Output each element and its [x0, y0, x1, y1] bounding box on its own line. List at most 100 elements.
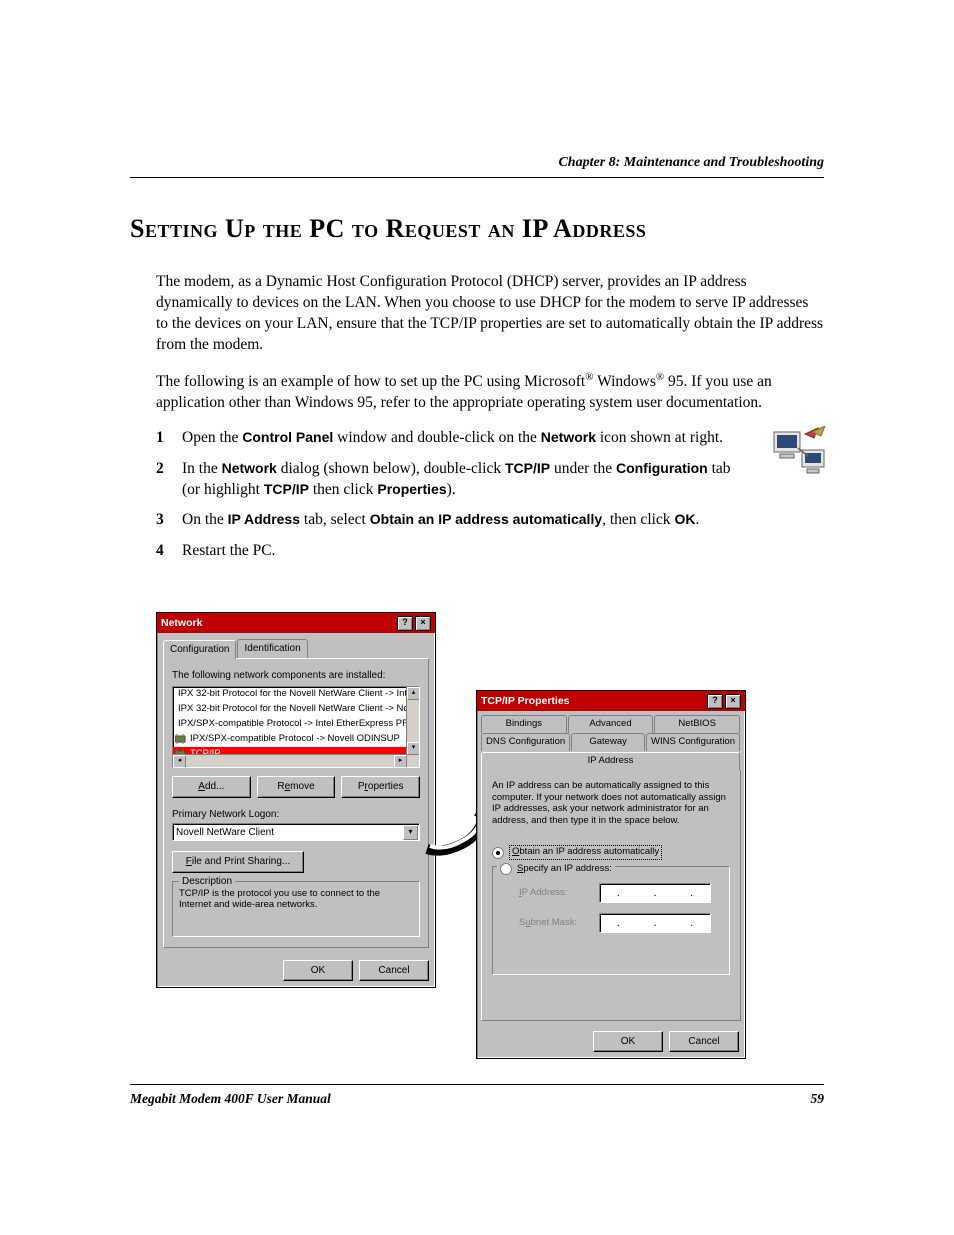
add-button[interactable]: AAdd...dd... — [172, 776, 251, 798]
step-body: On the IP Address tab, select Obtain an … — [182, 510, 824, 531]
description-fieldset: Description TCP/IP is the protocol you u… — [172, 881, 420, 937]
paragraph-2: The following is an example of how to se… — [156, 370, 824, 414]
list-item[interactable]: IPX 32-bit Protocol for the Novell NetWa… — [173, 702, 419, 717]
tab-bindings[interactable]: Bindings — [481, 715, 567, 733]
title-bar[interactable]: Network ? × — [157, 613, 435, 633]
list-item-label: IPX 32-bit Protocol for the Novell NetWa… — [178, 688, 419, 701]
text: , then click — [602, 511, 674, 528]
cancel-button[interactable]: Cancel — [359, 960, 429, 982]
scroll-left-icon[interactable]: ◂ — [173, 755, 186, 768]
text: Windows — [593, 373, 655, 390]
dialog-title: Network — [161, 616, 202, 630]
text: then click — [309, 481, 377, 498]
help-icon[interactable]: ? — [397, 616, 413, 631]
bold-text: Control Panel — [242, 429, 333, 445]
list-item[interactable]: IPX/SPX-compatible Protocol -> Intel Eth… — [173, 717, 419, 732]
remove-button[interactable]: Remove — [257, 776, 336, 798]
tabs-row: Configuration Identification — [157, 633, 435, 658]
scrollbar-vertical[interactable]: ▴ ▾ — [406, 687, 419, 755]
fieldset-legend: Description — [179, 875, 235, 889]
text: dialog (shown below), double-click — [277, 460, 505, 477]
logon-dropdown[interactable]: Novell NetWare Client — [172, 823, 420, 841]
close-icon[interactable]: × — [725, 694, 741, 709]
registered-mark: ® — [656, 371, 664, 383]
specify-fieldset: Specify an IP address: IP Address: ... S… — [492, 866, 730, 975]
description-text: An IP address can be automatically assig… — [492, 780, 730, 828]
tab-panel: An IP address can be automatically assig… — [481, 769, 741, 1021]
tab-dns-configuration[interactable]: DNS Configuration — [481, 733, 570, 751]
list-item[interactable]: IPX/SPX-compatible Protocol -> Novell OD… — [173, 732, 419, 747]
text: window and double-click on the — [333, 429, 540, 446]
bold-text: TCP/IP — [505, 460, 550, 476]
list-item-label: IPX/SPX-compatible Protocol -> Intel Eth… — [178, 718, 419, 731]
file-print-sharing-button[interactable]: File and Print Sharing... — [172, 851, 304, 873]
tabs-row-1: Bindings Advanced NetBIOS — [477, 711, 745, 733]
text: On the — [182, 511, 228, 528]
radio-specify[interactable]: Specify an IP address: — [497, 863, 615, 876]
radio-label: Specify an IP address: — [517, 863, 612, 876]
ip-address-row: IP Address: ... — [519, 883, 723, 903]
tabs-row-2: DNS Configuration Gateway WINS Configura… — [477, 733, 745, 769]
radio-obtain-auto[interactable]: Obtain an IP address automatically — [492, 845, 730, 860]
step-number: 3 — [156, 510, 182, 531]
list-item-label: IPX/SPX-compatible Protocol -> Novell OD… — [190, 733, 400, 746]
text: In the — [182, 460, 222, 477]
tab-configuration[interactable]: Configuration — [163, 640, 236, 659]
tab-advanced[interactable]: Advanced — [568, 715, 654, 733]
bold-text: Configuration — [616, 460, 708, 476]
ip-address-input[interactable]: ... — [599, 883, 711, 903]
text: under the — [550, 460, 616, 477]
bold-text: Network — [541, 429, 596, 445]
bold-text: Network — [222, 460, 277, 476]
section-content: The modem, as a Dynamic Host Configurati… — [130, 272, 824, 1032]
step-1: 1 Open the Control Panel window and doub… — [156, 428, 824, 449]
properties-button[interactable]: Properties — [341, 776, 420, 798]
bold-text: Obtain an IP address automatically — [370, 511, 602, 527]
subnet-mask-label: Subnet Mask: — [519, 917, 599, 930]
network-dialog: Network ? × Configuration Identification… — [156, 612, 436, 988]
help-icon[interactable]: ? — [707, 694, 723, 709]
step-number: 1 — [156, 428, 182, 449]
list-item[interactable]: IPX 32-bit Protocol for the Novell NetWa… — [173, 687, 419, 702]
bold-text: TCP/IP — [264, 481, 309, 497]
ip-address-label: IP Address: — [519, 887, 599, 900]
subnet-mask-input[interactable]: ... — [599, 913, 711, 933]
step-number: 4 — [156, 541, 182, 562]
logon-label: Primary Network Logon: — [172, 808, 420, 822]
manual-title: Megabit Modem 400F User Manual — [130, 1091, 331, 1107]
subnet-mask-row: Subnet Mask: ... — [519, 913, 723, 933]
close-icon[interactable]: × — [415, 616, 431, 631]
bold-text: Properties — [377, 481, 446, 497]
radio-icon — [492, 847, 504, 859]
dialog-buttons: OK Cancel — [477, 1025, 745, 1059]
tcpip-properties-dialog: TCP/IP Properties ? × Bindings Advanced … — [476, 690, 746, 1059]
scroll-right-icon[interactable]: ▸ — [394, 755, 407, 768]
scrollbar-horizontal[interactable]: ◂ ▸ — [173, 754, 419, 767]
cancel-button[interactable]: Cancel — [669, 1031, 739, 1053]
network-icon — [770, 426, 830, 481]
tab-identification[interactable]: Identification — [237, 639, 307, 658]
ok-button[interactable]: OK — [593, 1031, 663, 1053]
text: tab, select — [300, 511, 370, 528]
radio-label: Obtain an IP address automatically — [509, 845, 662, 860]
protocol-icon — [175, 734, 187, 744]
tab-wins-configuration[interactable]: WINS Configuration — [646, 733, 740, 751]
description-text: TCP/IP is the protocol you use to connec… — [179, 888, 413, 911]
components-listbox[interactable]: IPX 32-bit Protocol for the Novell NetWa… — [172, 686, 420, 768]
tab-netbios[interactable]: NetBIOS — [654, 715, 740, 733]
tab-ip-address[interactable]: IP Address — [481, 752, 740, 770]
chapter-header: Chapter 8: Maintenance and Troubleshooti… — [130, 155, 824, 178]
document-page: Chapter 8: Maintenance and Troubleshooti… — [0, 0, 954, 1235]
paragraph-1: The modem, as a Dynamic Host Configurati… — [156, 272, 824, 356]
button-row: AAdd...dd... Remove Properties — [172, 776, 420, 798]
list-item-label: IPX 32-bit Protocol for the Novell NetWa… — [178, 703, 419, 716]
scroll-up-icon[interactable]: ▴ — [407, 687, 420, 700]
step-3: 3 On the IP Address tab, select Obtain a… — [156, 510, 824, 531]
tab-gateway[interactable]: Gateway — [571, 733, 645, 751]
text: Open the — [182, 429, 242, 446]
step-number: 2 — [156, 459, 182, 501]
step-4: 4 Restart the PC. — [156, 541, 824, 562]
ok-button[interactable]: OK — [283, 960, 353, 982]
title-bar[interactable]: TCP/IP Properties ? × — [477, 691, 745, 711]
page-number: 59 — [811, 1091, 825, 1107]
